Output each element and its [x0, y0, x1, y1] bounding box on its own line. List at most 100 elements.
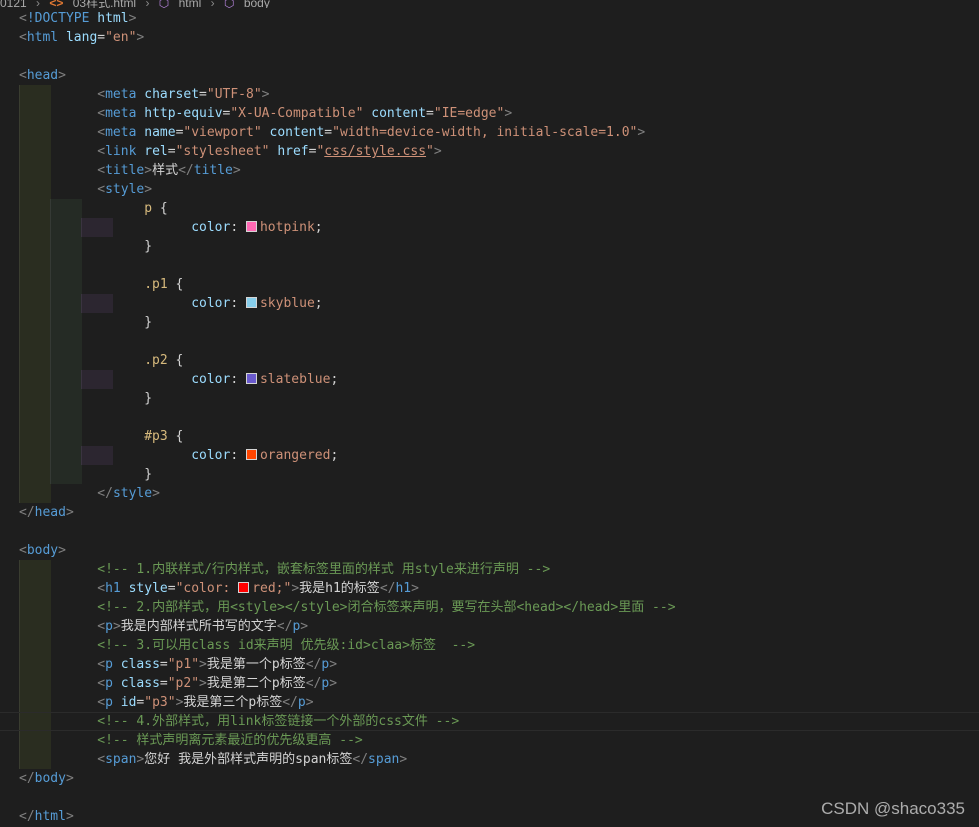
color-swatch-icon[interactable]: [245, 373, 257, 384]
code-line[interactable]: <meta http-equiv="X-UA-Compatible" conte…: [0, 104, 979, 123]
color-swatch-icon[interactable]: [245, 221, 257, 232]
title-text: 样式: [152, 163, 179, 178]
code-line[interactable]: <meta charset="UTF-8">: [0, 85, 979, 104]
code-line[interactable]: p {: [0, 199, 979, 218]
css-value: hotpink: [259, 220, 315, 235]
symbol-element-icon: ⬡: [223, 0, 235, 8]
code-line[interactable]: }: [0, 465, 979, 484]
code-line[interactable]: <style>: [0, 180, 979, 199]
attr-value: "en": [105, 30, 137, 45]
attr-value: "viewport": [183, 125, 262, 140]
code-line[interactable]: }: [0, 237, 979, 256]
symbol-element-icon: ⬡: [158, 0, 170, 8]
attr-name: name: [144, 125, 176, 140]
tag-name: title: [105, 163, 145, 178]
css-property: color: [191, 220, 231, 235]
attr-value: "p1": [167, 657, 200, 672]
code-line[interactable]: [0, 408, 979, 427]
code-line[interactable]: color: orangered;: [0, 446, 979, 465]
tag-name: p: [105, 657, 113, 672]
color-swatch-icon[interactable]: [245, 449, 257, 460]
attr-value: "IE=edge": [433, 106, 505, 121]
tag-name: h1: [105, 581, 121, 596]
span-text: 您好 我是外部样式声明的span标签: [144, 752, 353, 767]
code-line[interactable]: <head>: [0, 66, 979, 85]
breadcrumb-item-body[interactable]: body: [244, 0, 270, 8]
code-line[interactable]: .p2 {: [0, 351, 979, 370]
breadcrumb: 0121 › <> 03样式.html › ⬡ html › ⬡ body: [0, 0, 276, 8]
code-line[interactable]: [0, 256, 979, 275]
code-line[interactable]: color: hotpink;: [0, 218, 979, 237]
code-line[interactable]: [0, 47, 979, 66]
code-line[interactable]: <!-- 3.可以用class id来声明 优先级:id>claa>标签 -->: [0, 636, 979, 655]
css-value: skyblue: [259, 296, 315, 311]
tag-name: p: [105, 695, 113, 710]
tag-name: html: [26, 30, 59, 45]
attr-value: red;": [252, 581, 292, 596]
code-line[interactable]: <body>: [0, 541, 979, 560]
tag-name: link: [105, 144, 137, 159]
tag-name: title: [193, 163, 233, 178]
attr-name: id: [120, 695, 137, 710]
code-line[interactable]: }: [0, 389, 979, 408]
p-text: 我是第二个p标签: [206, 676, 306, 691]
code-line[interactable]: </style>: [0, 484, 979, 503]
code-line[interactable]: <span>您好 我是外部样式声明的span标签</span>: [0, 750, 979, 769]
breadcrumb-item-file[interactable]: 03样式.html: [73, 0, 136, 8]
breadcrumb-item-html[interactable]: html: [179, 0, 202, 8]
code-line[interactable]: </body>: [0, 769, 979, 788]
tag-name: head: [26, 68, 59, 83]
attr-name: content: [269, 125, 325, 140]
color-swatch-icon[interactable]: [238, 582, 250, 593]
attr-value: "UTF-8": [206, 87, 262, 102]
attr-name: content: [371, 106, 427, 121]
attr-name: lang: [65, 30, 98, 45]
tag-name: p: [297, 695, 306, 710]
code-line[interactable]: <!DOCTYPE html>: [0, 9, 979, 28]
code-line[interactable]: [0, 332, 979, 351]
css-property: color: [191, 296, 231, 311]
watermark: CSDN @shaco335: [821, 799, 965, 818]
code-line[interactable]: <meta name="viewport" content="width=dev…: [0, 123, 979, 142]
code-line[interactable]: .p1 {: [0, 275, 979, 294]
code-editor[interactable]: <!DOCTYPE html> <html lang="en"> <head> …: [0, 9, 979, 826]
code-line-current[interactable]: <!-- 4.外部样式，用link标签链接一个外部的css文件 -->: [0, 712, 979, 731]
code-line[interactable]: <p class="p2">我是第二个p标签</p>: [0, 674, 979, 693]
attr-value: "stylesheet": [175, 144, 270, 159]
code-line[interactable]: <html lang="en">: [0, 28, 979, 47]
breadcrumb-item-folder[interactable]: 0121: [0, 0, 27, 8]
css-selector: .p2: [144, 353, 168, 368]
code-line[interactable]: <!-- 1.内联样式/行内样式，嵌套标签里面的样式 用style来进行声明 -…: [0, 560, 979, 579]
code-line[interactable]: <!-- 样式声明离元素最近的优先级更高 -->: [0, 731, 979, 750]
code-line[interactable]: #p3 {: [0, 427, 979, 446]
code-line[interactable]: color: skyblue;: [0, 294, 979, 313]
p-text: 我是内部样式所书写的文字: [120, 619, 277, 634]
tag-name: span: [105, 752, 137, 767]
tag-name: p: [105, 676, 113, 691]
attr-name: charset: [144, 87, 200, 102]
attr-name: rel: [144, 144, 168, 159]
tag-name: body: [26, 543, 59, 558]
color-swatch-icon[interactable]: [245, 297, 257, 308]
code-line[interactable]: </head>: [0, 503, 979, 522]
css-selector: p: [144, 201, 153, 216]
code-line[interactable]: <p id="p3">我是第三个p标签</p>: [0, 693, 979, 712]
code-line[interactable]: [0, 522, 979, 541]
code-comment: <!-- 2.内部样式，用<style></style>闭合标签来声明，要写在头…: [97, 600, 676, 615]
code-line[interactable]: <p>我是内部样式所书写的文字</p>: [0, 617, 979, 636]
code-line[interactable]: color: slateblue;: [0, 370, 979, 389]
code-line[interactable]: <!-- 2.内部样式，用<style></style>闭合标签来声明，要写在头…: [0, 598, 979, 617]
stylesheet-link[interactable]: css/style.css: [324, 144, 426, 159]
code-line[interactable]: <title>样式</title>: [0, 161, 979, 180]
tag-name: html: [34, 809, 66, 824]
code-line[interactable]: <link rel="stylesheet" href="css/style.c…: [0, 142, 979, 161]
tag-name: p: [321, 676, 330, 691]
tag-name: style: [105, 182, 145, 197]
tag-name: span: [368, 752, 400, 767]
code-line[interactable]: }: [0, 313, 979, 332]
attr-name: class: [120, 676, 160, 691]
css-value: slateblue: [259, 372, 331, 387]
tag-name: p: [321, 657, 330, 672]
code-line[interactable]: <h1 style="color: red;">我是h1的标签</h1>: [0, 579, 979, 598]
code-line[interactable]: <p class="p1">我是第一个p标签</p>: [0, 655, 979, 674]
